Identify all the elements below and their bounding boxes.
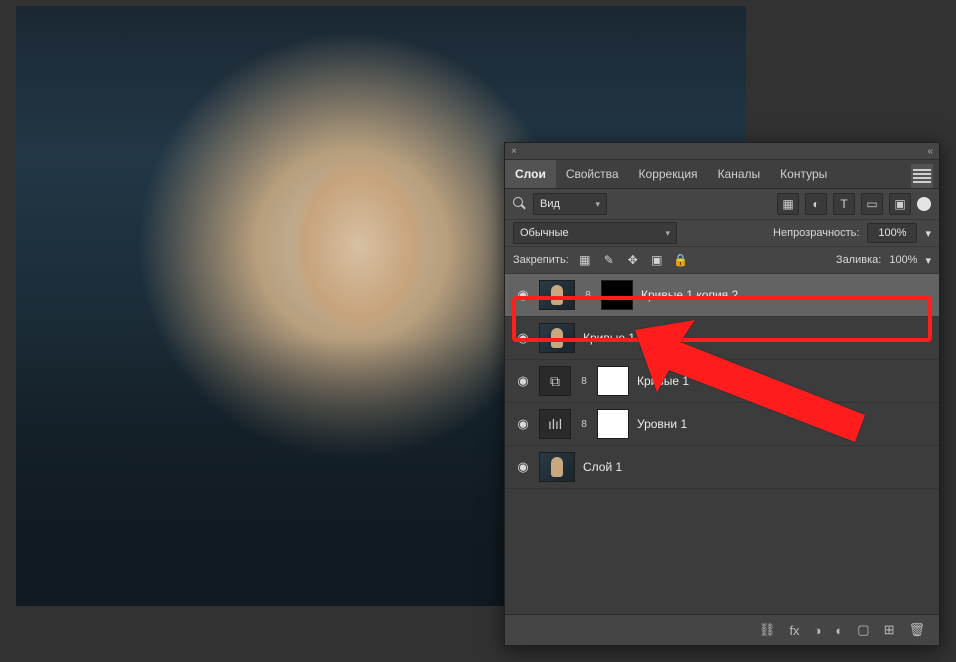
new-layer-button[interactable]: ⊞ bbox=[884, 622, 895, 638]
layer-filter-row: Вид ▾ ▦ ◐ T ▭ ▣ bbox=[505, 189, 939, 220]
lock-all-icon[interactable]: 🔒 bbox=[673, 252, 689, 268]
filter-kind-label: Вид bbox=[540, 198, 560, 210]
layers-panel: × « Слои Свойства Коррекция Каналы Конту… bbox=[504, 142, 940, 646]
filter-adjustment-button[interactable]: ◐ bbox=[805, 193, 827, 215]
layer-mask-thumb[interactable] bbox=[597, 366, 629, 396]
tab-adjustments[interactable]: Коррекция bbox=[629, 160, 708, 188]
new-group-button[interactable]: ▢ bbox=[857, 622, 869, 638]
visibility-toggle[interactable]: ◉ bbox=[515, 287, 531, 303]
visibility-toggle[interactable]: ◉ bbox=[515, 416, 531, 432]
tab-channels[interactable]: Каналы bbox=[708, 160, 771, 188]
link-mask-icon[interactable]: 8 bbox=[583, 281, 593, 309]
new-adjustment-button[interactable]: ◐ bbox=[835, 623, 843, 638]
collapse-panel-icon[interactable]: « bbox=[927, 146, 933, 157]
add-mask-button[interactable]: ◑ bbox=[814, 623, 822, 638]
chevron-down-icon: ▾ bbox=[595, 199, 600, 210]
layer-mask-thumb[interactable] bbox=[597, 409, 629, 439]
tab-paths[interactable]: Контуры bbox=[770, 160, 837, 188]
layer-list: ◉ 8 Кривые 1 копия 2 ◉ Кривые 1 копия ◉ … bbox=[505, 274, 939, 614]
filter-type-button[interactable]: T bbox=[833, 193, 855, 215]
panel-topbar: × « bbox=[505, 143, 939, 160]
link-layers-button[interactable]: ⛓ bbox=[759, 622, 776, 638]
layer-row[interactable]: ◉ 8 Кривые 1 копия 2 bbox=[505, 274, 939, 317]
lock-fill-row: Закрепить: ▦ ✎ ✥ ▣ 🔒 Заливка: 100% ▾ bbox=[505, 247, 939, 274]
filter-smart-button[interactable]: ▣ bbox=[889, 193, 911, 215]
fx-button[interactable]: fx bbox=[789, 623, 799, 638]
opacity-label: Непрозрачность: bbox=[773, 227, 859, 239]
layer-row[interactable]: ◉ ⧉ 8 Кривые 1 bbox=[505, 360, 939, 403]
link-mask-icon[interactable]: 8 bbox=[579, 410, 589, 438]
layer-row[interactable]: ◉ Кривые 1 копия bbox=[505, 317, 939, 360]
layer-name[interactable]: Слой 1 bbox=[583, 460, 929, 474]
fill-input[interactable]: 100% bbox=[889, 254, 917, 266]
chevron-down-icon: ▾ bbox=[665, 228, 670, 239]
lock-artboard-icon[interactable]: ▣ bbox=[649, 252, 665, 268]
lock-position-icon[interactable]: ✥ bbox=[625, 252, 641, 268]
close-panel-icon[interactable]: × bbox=[511, 146, 517, 157]
chevron-down-icon[interactable]: ▾ bbox=[925, 227, 931, 240]
visibility-toggle[interactable]: ◉ bbox=[515, 330, 531, 346]
layer-row[interactable]: ◉ ılıl 8 Уровни 1 bbox=[505, 403, 939, 446]
lock-label: Закрепить: bbox=[513, 254, 569, 266]
adjustment-icon[interactable]: ılıl bbox=[539, 409, 571, 439]
tab-layers[interactable]: Слои bbox=[505, 160, 556, 188]
layer-name[interactable]: Уровни 1 bbox=[637, 417, 929, 431]
tab-properties[interactable]: Свойства bbox=[556, 160, 629, 188]
panel-footer: ⛓ fx ◑ ◐ ▢ ⊞ 🗑 bbox=[505, 614, 939, 645]
chevron-down-icon[interactable]: ▾ bbox=[925, 254, 931, 267]
panel-tabs: Слои Свойства Коррекция Каналы Контуры bbox=[505, 160, 939, 189]
visibility-toggle[interactable]: ◉ bbox=[515, 459, 531, 475]
blend-mode-value: Обычные bbox=[520, 227, 569, 239]
adjustment-icon[interactable]: ⧉ bbox=[539, 366, 571, 396]
visibility-toggle[interactable]: ◉ bbox=[515, 373, 531, 389]
panel-menu-button[interactable] bbox=[911, 164, 933, 188]
layer-thumbnail[interactable] bbox=[539, 280, 575, 310]
filter-shape-button[interactable]: ▭ bbox=[861, 193, 883, 215]
blend-mode-dropdown[interactable]: Обычные ▾ bbox=[513, 222, 677, 244]
link-mask-icon[interactable]: 8 bbox=[579, 367, 589, 395]
fill-label: Заливка: bbox=[836, 254, 881, 266]
filter-toggle[interactable] bbox=[917, 197, 931, 211]
filter-pixel-button[interactable]: ▦ bbox=[777, 193, 799, 215]
layer-row[interactable]: ◉ Слой 1 bbox=[505, 446, 939, 489]
lock-pixels-icon[interactable]: ▦ bbox=[577, 252, 593, 268]
layer-name[interactable]: Кривые 1 копия bbox=[583, 331, 929, 345]
filter-kind-dropdown[interactable]: Вид ▾ bbox=[533, 193, 607, 215]
lock-brush-icon[interactable]: ✎ bbox=[601, 252, 617, 268]
layer-mask-thumb[interactable] bbox=[601, 280, 633, 310]
layer-name[interactable]: Кривые 1 копия 2 bbox=[641, 288, 929, 302]
layer-name[interactable]: Кривые 1 bbox=[637, 374, 929, 388]
layer-thumbnail[interactable] bbox=[539, 452, 575, 482]
layer-thumbnail[interactable] bbox=[539, 323, 575, 353]
blend-opacity-row: Обычные ▾ Непрозрачность: 100% ▾ bbox=[505, 220, 939, 247]
opacity-input[interactable]: 100% bbox=[867, 223, 917, 243]
search-icon bbox=[513, 197, 527, 211]
delete-layer-button[interactable]: 🗑 bbox=[908, 622, 925, 638]
